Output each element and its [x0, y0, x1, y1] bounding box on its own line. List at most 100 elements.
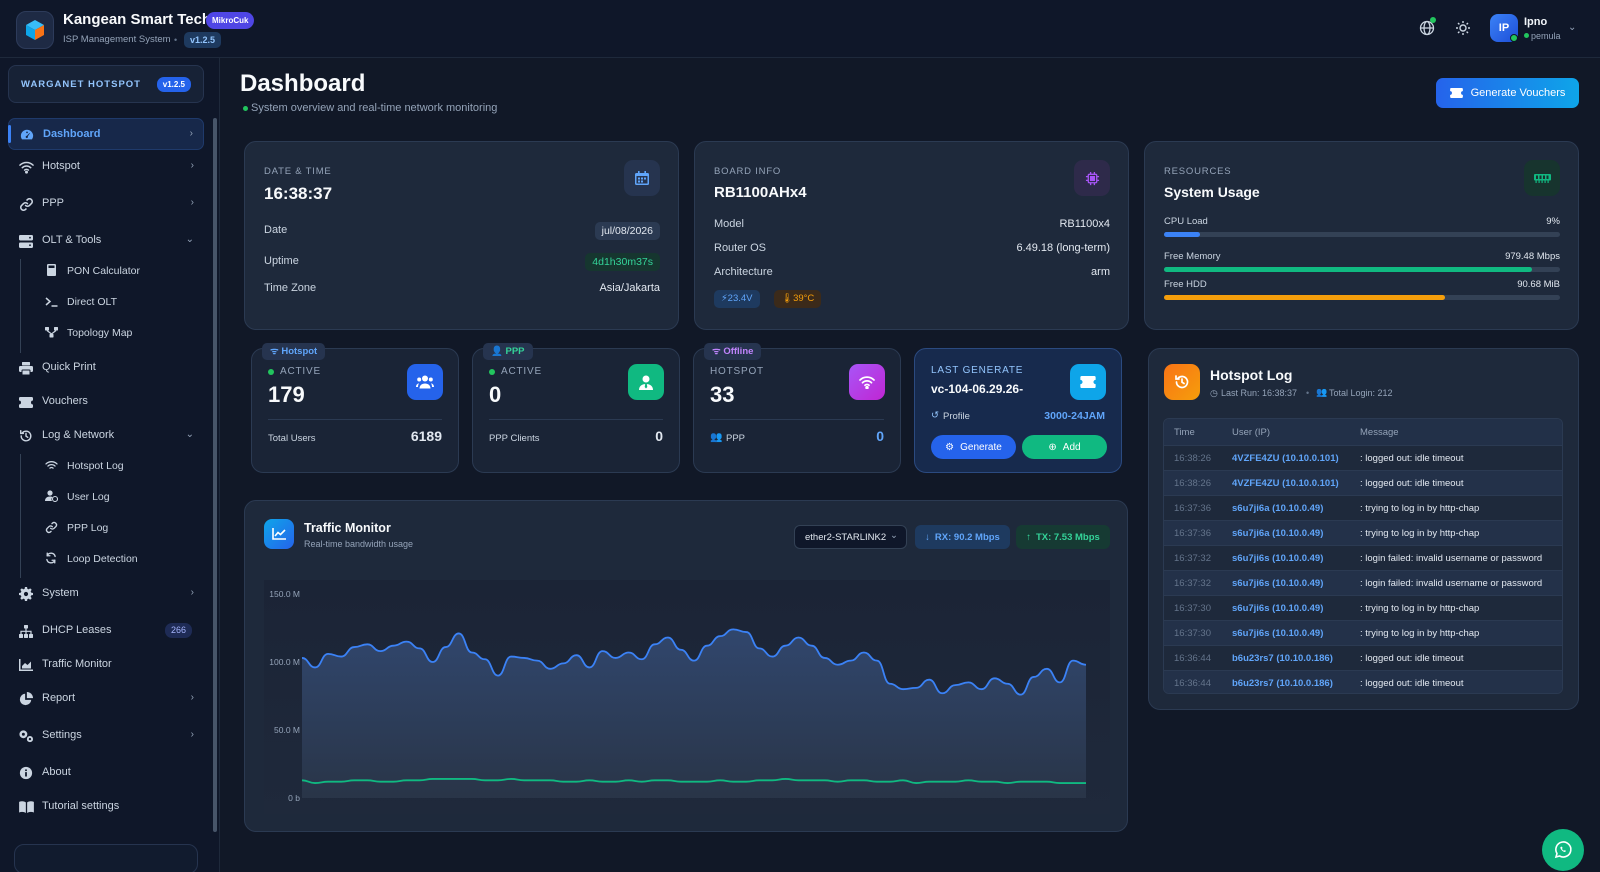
- chevron-down-icon: ⌄: [185, 234, 194, 245]
- log-message: : logged out: idle timeout: [1360, 478, 1464, 489]
- add-button[interactable]: ⊕ Add: [1022, 435, 1107, 459]
- generate-button-label: Generate: [960, 441, 1002, 453]
- page-subtitle: System overview and real-time network mo…: [251, 102, 498, 114]
- sidebar-item-user-log[interactable]: User Log: [40, 484, 200, 510]
- sidebar-item-ppp-log[interactable]: PPP Log: [40, 515, 200, 541]
- sidebar-item-system[interactable]: System ›: [8, 578, 204, 610]
- log-user[interactable]: 4VZFE4ZU (10.10.0.101): [1232, 453, 1339, 464]
- log-time: 16:37:36: [1174, 503, 1211, 514]
- sitemap-icon: [18, 623, 34, 639]
- ppp-clients-value: 0: [655, 428, 663, 444]
- users-icon: 👥: [1316, 387, 1328, 397]
- log-message: : logged out: idle timeout: [1360, 653, 1464, 664]
- log-time: 16:37:30: [1174, 603, 1211, 614]
- sidebar-item-loop-detection[interactable]: Loop Detection: [40, 546, 200, 572]
- log-user[interactable]: 4VZFE4ZU (10.10.0.101): [1232, 478, 1339, 489]
- separator-dot: •: [1306, 388, 1310, 398]
- sidebar-item-label: System: [42, 587, 79, 599]
- rx-rate-chip: ↓ RX: 90.2 Mbps: [915, 525, 1010, 549]
- hotspot-selector[interactable]: WARGANET HOTSPOT v1.2.5: [8, 65, 204, 103]
- log-message: : login failed: invalid username or pass…: [1360, 553, 1543, 564]
- sidebar-scrollbar[interactable]: [213, 118, 217, 832]
- offline-tag: ᯤ Offline: [704, 343, 762, 360]
- log-user[interactable]: s6u7ji6s (10.10.0.49): [1232, 603, 1323, 614]
- hotspot-tag-label: Hotspot: [281, 346, 318, 357]
- log-message: : trying to log in by http-chap: [1360, 628, 1480, 639]
- sidebar-footer-card: [14, 844, 198, 872]
- log-user[interactable]: s6u7ji6a (10.10.0.49): [1232, 528, 1323, 539]
- sidebar-item-dhcp-leases[interactable]: DHCP Leases 266: [8, 615, 204, 647]
- timezone-value: Asia/Jakarta: [599, 282, 660, 294]
- memory-icon: [1524, 160, 1560, 196]
- hotspot-version-badge: v1.2.5: [156, 77, 191, 92]
- sidebar-item-log-network[interactable]: Log & Network ⌄: [8, 420, 204, 452]
- user-name[interactable]: Ipno: [1524, 16, 1547, 28]
- ppp-active-card[interactable]: 👤 PPP ACTIVE 0 PPP Clients 0: [472, 343, 680, 473]
- log-user[interactable]: s6u7ji6a (10.10.0.49): [1232, 503, 1323, 514]
- link-icon: [44, 520, 58, 534]
- log-user[interactable]: s6u7ji6s (10.10.0.49): [1232, 628, 1323, 639]
- sidebar-item-settings[interactable]: Settings ›: [8, 720, 204, 752]
- whatsapp-button[interactable]: [1542, 829, 1584, 871]
- chevron-down-icon[interactable]: ⌄: [1568, 22, 1576, 33]
- sidebar-item-hotspot-log[interactable]: Hotspot Log: [40, 453, 200, 479]
- log-time: 16:37:30: [1174, 628, 1211, 639]
- free-memory-label: Free Memory: [1164, 251, 1221, 262]
- generate-vouchers-button[interactable]: Generate Vouchers: [1436, 78, 1579, 108]
- table-row: 16:38:26 4VZFE4ZU (10.10.0.101) : logged o…: [1164, 470, 1562, 495]
- sidebar-item-report[interactable]: Report ›: [8, 683, 204, 715]
- table-row: 16:37:36 s6u7ji6a (10.10.0.49): trying to…: [1164, 495, 1562, 520]
- hotspot-active-card[interactable]: ᯤ Hotspot ACTIVE 179 Total Users 6189: [251, 343, 459, 473]
- log-time: 16:37:36: [1174, 528, 1211, 539]
- online-indicator: [1430, 17, 1436, 23]
- arrow-down-icon: ↓: [925, 531, 930, 543]
- divider: [489, 419, 663, 420]
- resources-card: RESOURCES System Usage CPU Load 9% Free …: [1144, 141, 1579, 330]
- log-user[interactable]: b6u23rs7 (10.10.0.186): [1232, 678, 1333, 689]
- sidebar-item-label: Vouchers: [42, 395, 88, 407]
- arrow-up-icon: ↑: [1026, 531, 1031, 543]
- log-user[interactable]: b6u23rs7 (10.10.0.186): [1232, 653, 1333, 664]
- y-tick-label: 0 b: [288, 793, 300, 803]
- sidebar-item-label: PPP Log: [67, 522, 109, 534]
- interface-select-value: ether2-STARLINK2: [805, 532, 887, 543]
- sidebar-item-tutorial-settings[interactable]: Tutorial settings: [8, 791, 204, 823]
- tx-rate: TX: 7.53 Mbps: [1035, 531, 1100, 543]
- log-user[interactable]: s6u7ji6s (10.10.0.49): [1232, 578, 1323, 589]
- sidebar-item-traffic-monitor[interactable]: Traffic Monitor: [8, 649, 204, 681]
- app-logo[interactable]: [16, 11, 54, 49]
- sidebar-item-direct-olt[interactable]: Direct OLT: [40, 289, 200, 315]
- offline-card[interactable]: ᯤ Offline HOTSPOT 33 PPP 👥 0: [693, 343, 901, 473]
- generate-button[interactable]: ⚙ Generate: [931, 435, 1016, 459]
- sidebar-item-hotspot[interactable]: Hotspot ›: [8, 151, 204, 183]
- log-user[interactable]: s6u7ji6s (10.10.0.49): [1232, 553, 1323, 564]
- sidebar-item-pon-calculator[interactable]: PON Calculator: [40, 258, 200, 284]
- stat-status: HOTSPOT: [710, 366, 764, 377]
- interface-select[interactable]: ether2-STARLINK2 ⌄: [794, 525, 907, 549]
- sidebar-item-about[interactable]: About: [8, 757, 204, 789]
- log-time: 16:38:26: [1174, 478, 1211, 489]
- wifi-icon: ᯤ: [270, 346, 279, 357]
- history-icon: [1164, 364, 1200, 400]
- theme-sun-icon[interactable]: [1454, 19, 1472, 37]
- free-hdd-bar: [1164, 295, 1560, 300]
- ticket-icon: [1070, 364, 1106, 400]
- chevron-right-icon: ›: [190, 197, 194, 208]
- cpu-load-value: 9%: [1546, 216, 1560, 227]
- sidebar-item-vouchers[interactable]: Vouchers: [8, 386, 204, 418]
- offline-ppp-value: 0: [876, 428, 884, 444]
- table-row: 16:36:44 b6u23rs7 (10.10.0.186): logged o…: [1164, 645, 1562, 670]
- sidebar-item-ppp[interactable]: PPP ›: [8, 188, 204, 220]
- sidebar-item-olt-tools[interactable]: OLT & Tools ⌄: [8, 225, 204, 257]
- last-generate-value: vc-104-06.29.26-: [931, 382, 1024, 396]
- user-tie-icon: [628, 364, 664, 400]
- sidebar-item-dashboard[interactable]: Dashboard ›: [8, 118, 204, 150]
- architecture-value: arm: [1091, 266, 1110, 278]
- sidebar-item-label: About: [42, 766, 71, 778]
- sidebar-item-topology-map[interactable]: Topology Map: [40, 320, 200, 346]
- chevron-right-icon: ›: [190, 692, 194, 703]
- traffic-subtitle: Real-time bandwidth usage: [304, 539, 414, 549]
- sidebar-item-quick-print[interactable]: Quick Print: [8, 352, 204, 384]
- history-icon: ↺: [931, 410, 939, 421]
- ppp-clients-label: PPP Clients: [489, 433, 540, 444]
